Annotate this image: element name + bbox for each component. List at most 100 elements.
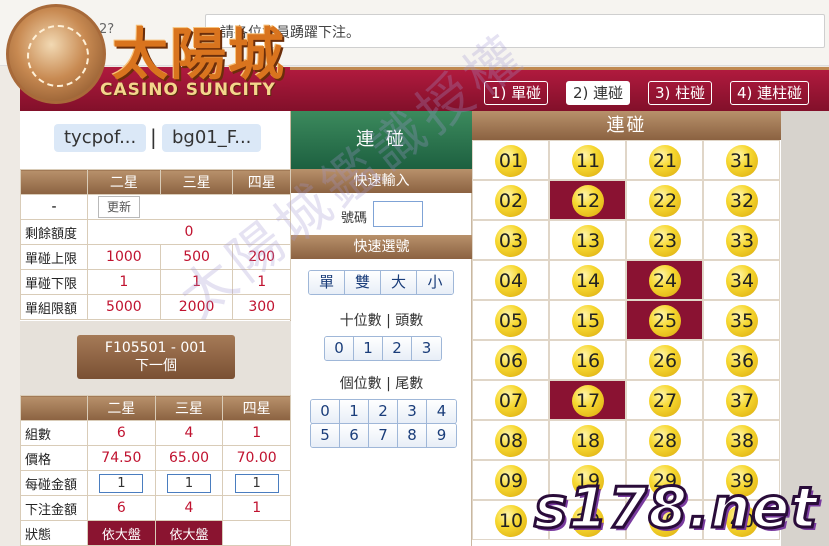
quick-select-panel: 連 碰 快速輸入 號碼 快速選號 單 雙 大 小 十位數 | 頭數 0 1 2 … <box>291 111 472 546</box>
number-cell-11[interactable]: 11 <box>549 140 626 180</box>
next-button[interactable]: F105501 - 001 下一個 <box>77 335 235 379</box>
account-separator: | <box>150 125 157 149</box>
each-amount-input-2star[interactable]: 1 <box>99 473 144 493</box>
tab-column-pair[interactable]: 3) 柱碰 <box>648 81 713 105</box>
units-button[interactable]: 4 <box>427 400 456 423</box>
number-cell-08[interactable]: 08 <box>472 420 549 460</box>
number-cell-24[interactable]: 24 <box>626 260 703 300</box>
right-margin <box>781 111 829 546</box>
number-cell-27[interactable]: 27 <box>626 380 703 420</box>
units-button[interactable]: 3 <box>398 400 427 423</box>
logo-seal-icon <box>6 4 106 104</box>
logo-english-text: CASINO SUNCITY <box>100 80 276 100</box>
number-cell-13[interactable]: 13 <box>549 220 626 260</box>
number-cell-23[interactable]: 23 <box>626 220 703 260</box>
number-cell-01[interactable]: 01 <box>472 140 549 180</box>
tens-button[interactable]: 1 <box>354 337 383 360</box>
refresh-button[interactable]: 更新 <box>98 196 141 218</box>
tab-single-pair[interactable]: 1) 單碰 <box>484 81 549 105</box>
number-cell-22[interactable]: 22 <box>626 180 703 220</box>
tens-button[interactable]: 0 <box>325 337 354 360</box>
number-cell-09[interactable]: 09 <box>472 460 549 500</box>
number-ball: 07 <box>495 385 527 417</box>
number-cell-19[interactable]: 19 <box>549 460 626 500</box>
each-amount-row: 每碰金額 1 1 1 <box>20 470 291 496</box>
groups-label: 組數 <box>20 420 88 446</box>
max-3star: 500 <box>159 244 234 270</box>
units-button-row-2: 5 6 7 8 9 <box>310 423 457 448</box>
limits-table: 二星 三星 四星 - 更新 剩餘額度 0 單碰上限 1000 500 200 單… <box>20 169 291 320</box>
number-ball: 03 <box>495 225 527 257</box>
number-cell-05[interactable]: 05 <box>472 300 549 340</box>
refresh-row: - 更新 <box>20 194 291 220</box>
number-cell-12[interactable]: 12 <box>549 180 626 220</box>
number-cell-35[interactable]: 35 <box>703 300 780 340</box>
number-cell-28[interactable]: 28 <box>626 420 703 460</box>
limits-header-3star: 三星 <box>159 169 234 195</box>
each-amount-input-3star[interactable]: 1 <box>166 473 211 493</box>
number-cell-20[interactable]: 20 <box>549 500 626 540</box>
number-cell-32[interactable]: 32 <box>703 180 780 220</box>
min-row: 單碰下限 1 1 1 <box>20 269 291 295</box>
tens-button[interactable]: 2 <box>383 337 412 360</box>
number-cell-37[interactable]: 37 <box>703 380 780 420</box>
number-ball: 20 <box>572 505 604 537</box>
groups-4star: 1 <box>222 420 291 446</box>
status-row: 狀態 依大盤 依大盤 <box>20 520 291 546</box>
units-button[interactable]: 9 <box>427 424 456 447</box>
number-cell-16[interactable]: 16 <box>549 340 626 380</box>
type-button-group: 單 雙 大 小 <box>308 270 454 295</box>
number-cell-34[interactable]: 34 <box>703 260 780 300</box>
tens-button[interactable]: 3 <box>412 337 441 360</box>
number-cell-25[interactable]: 25 <box>626 300 703 340</box>
units-button[interactable]: 7 <box>369 424 398 447</box>
account-name-left[interactable]: tycpof... <box>54 124 147 152</box>
number-cell-33[interactable]: 33 <box>703 220 780 260</box>
number-cell-06[interactable]: 06 <box>472 340 549 380</box>
number-cell-30[interactable]: 30 <box>626 500 703 540</box>
odd-button[interactable]: 單 <box>309 271 345 294</box>
max-4star: 200 <box>232 244 291 270</box>
number-cell-36[interactable]: 36 <box>703 340 780 380</box>
units-button[interactable]: 8 <box>398 424 427 447</box>
number-cell-21[interactable]: 21 <box>626 140 703 180</box>
limits-header-corner <box>20 169 88 195</box>
bet-header-corner <box>20 395 88 421</box>
number-cell-07[interactable]: 07 <box>472 380 549 420</box>
number-cell-04[interactable]: 04 <box>472 260 549 300</box>
code-input[interactable] <box>373 201 423 227</box>
units-button[interactable]: 6 <box>340 424 369 447</box>
number-cell-03[interactable]: 03 <box>472 220 549 260</box>
account-name-right[interactable]: bg01_F... <box>162 124 262 152</box>
number-cell-14[interactable]: 14 <box>549 260 626 300</box>
units-button[interactable]: 5 <box>311 424 340 447</box>
even-button[interactable]: 雙 <box>345 271 381 294</box>
number-ball: 04 <box>495 265 527 297</box>
tab-multi-pair[interactable]: 2) 連碰 <box>566 81 631 105</box>
units-button[interactable]: 2 <box>369 400 398 423</box>
units-button[interactable]: 0 <box>311 400 340 423</box>
number-cell-31[interactable]: 31 <box>703 140 780 180</box>
number-cell-26[interactable]: 26 <box>626 340 703 380</box>
number-cell-02[interactable]: 02 <box>472 180 549 220</box>
number-cell-29[interactable]: 29 <box>626 460 703 500</box>
number-cell-10[interactable]: 10 <box>472 500 549 540</box>
number-cell-40[interactable]: 40 <box>703 500 780 540</box>
min-2star: 1 <box>87 269 161 295</box>
status-label: 狀態 <box>20 520 88 546</box>
big-button[interactable]: 大 <box>381 271 417 294</box>
each-amount-input-4star[interactable]: 1 <box>234 473 279 493</box>
units-button[interactable]: 1 <box>340 400 369 423</box>
groups-row: 組數 6 4 1 <box>20 420 291 446</box>
number-ball: 40 <box>726 505 758 537</box>
number-cell-39[interactable]: 39 <box>703 460 780 500</box>
min-4star: 1 <box>232 269 291 295</box>
tab-multi-column-pair[interactable]: 4) 連柱碰 <box>730 81 810 105</box>
number-cell-38[interactable]: 38 <box>703 420 780 460</box>
small-button[interactable]: 小 <box>417 271 453 294</box>
remaining-value: 0 <box>87 219 291 245</box>
number-cell-15[interactable]: 15 <box>549 300 626 340</box>
number-cell-18[interactable]: 18 <box>549 420 626 460</box>
number-cell-17[interactable]: 17 <box>549 380 626 420</box>
total-2star: 6 <box>87 495 156 521</box>
